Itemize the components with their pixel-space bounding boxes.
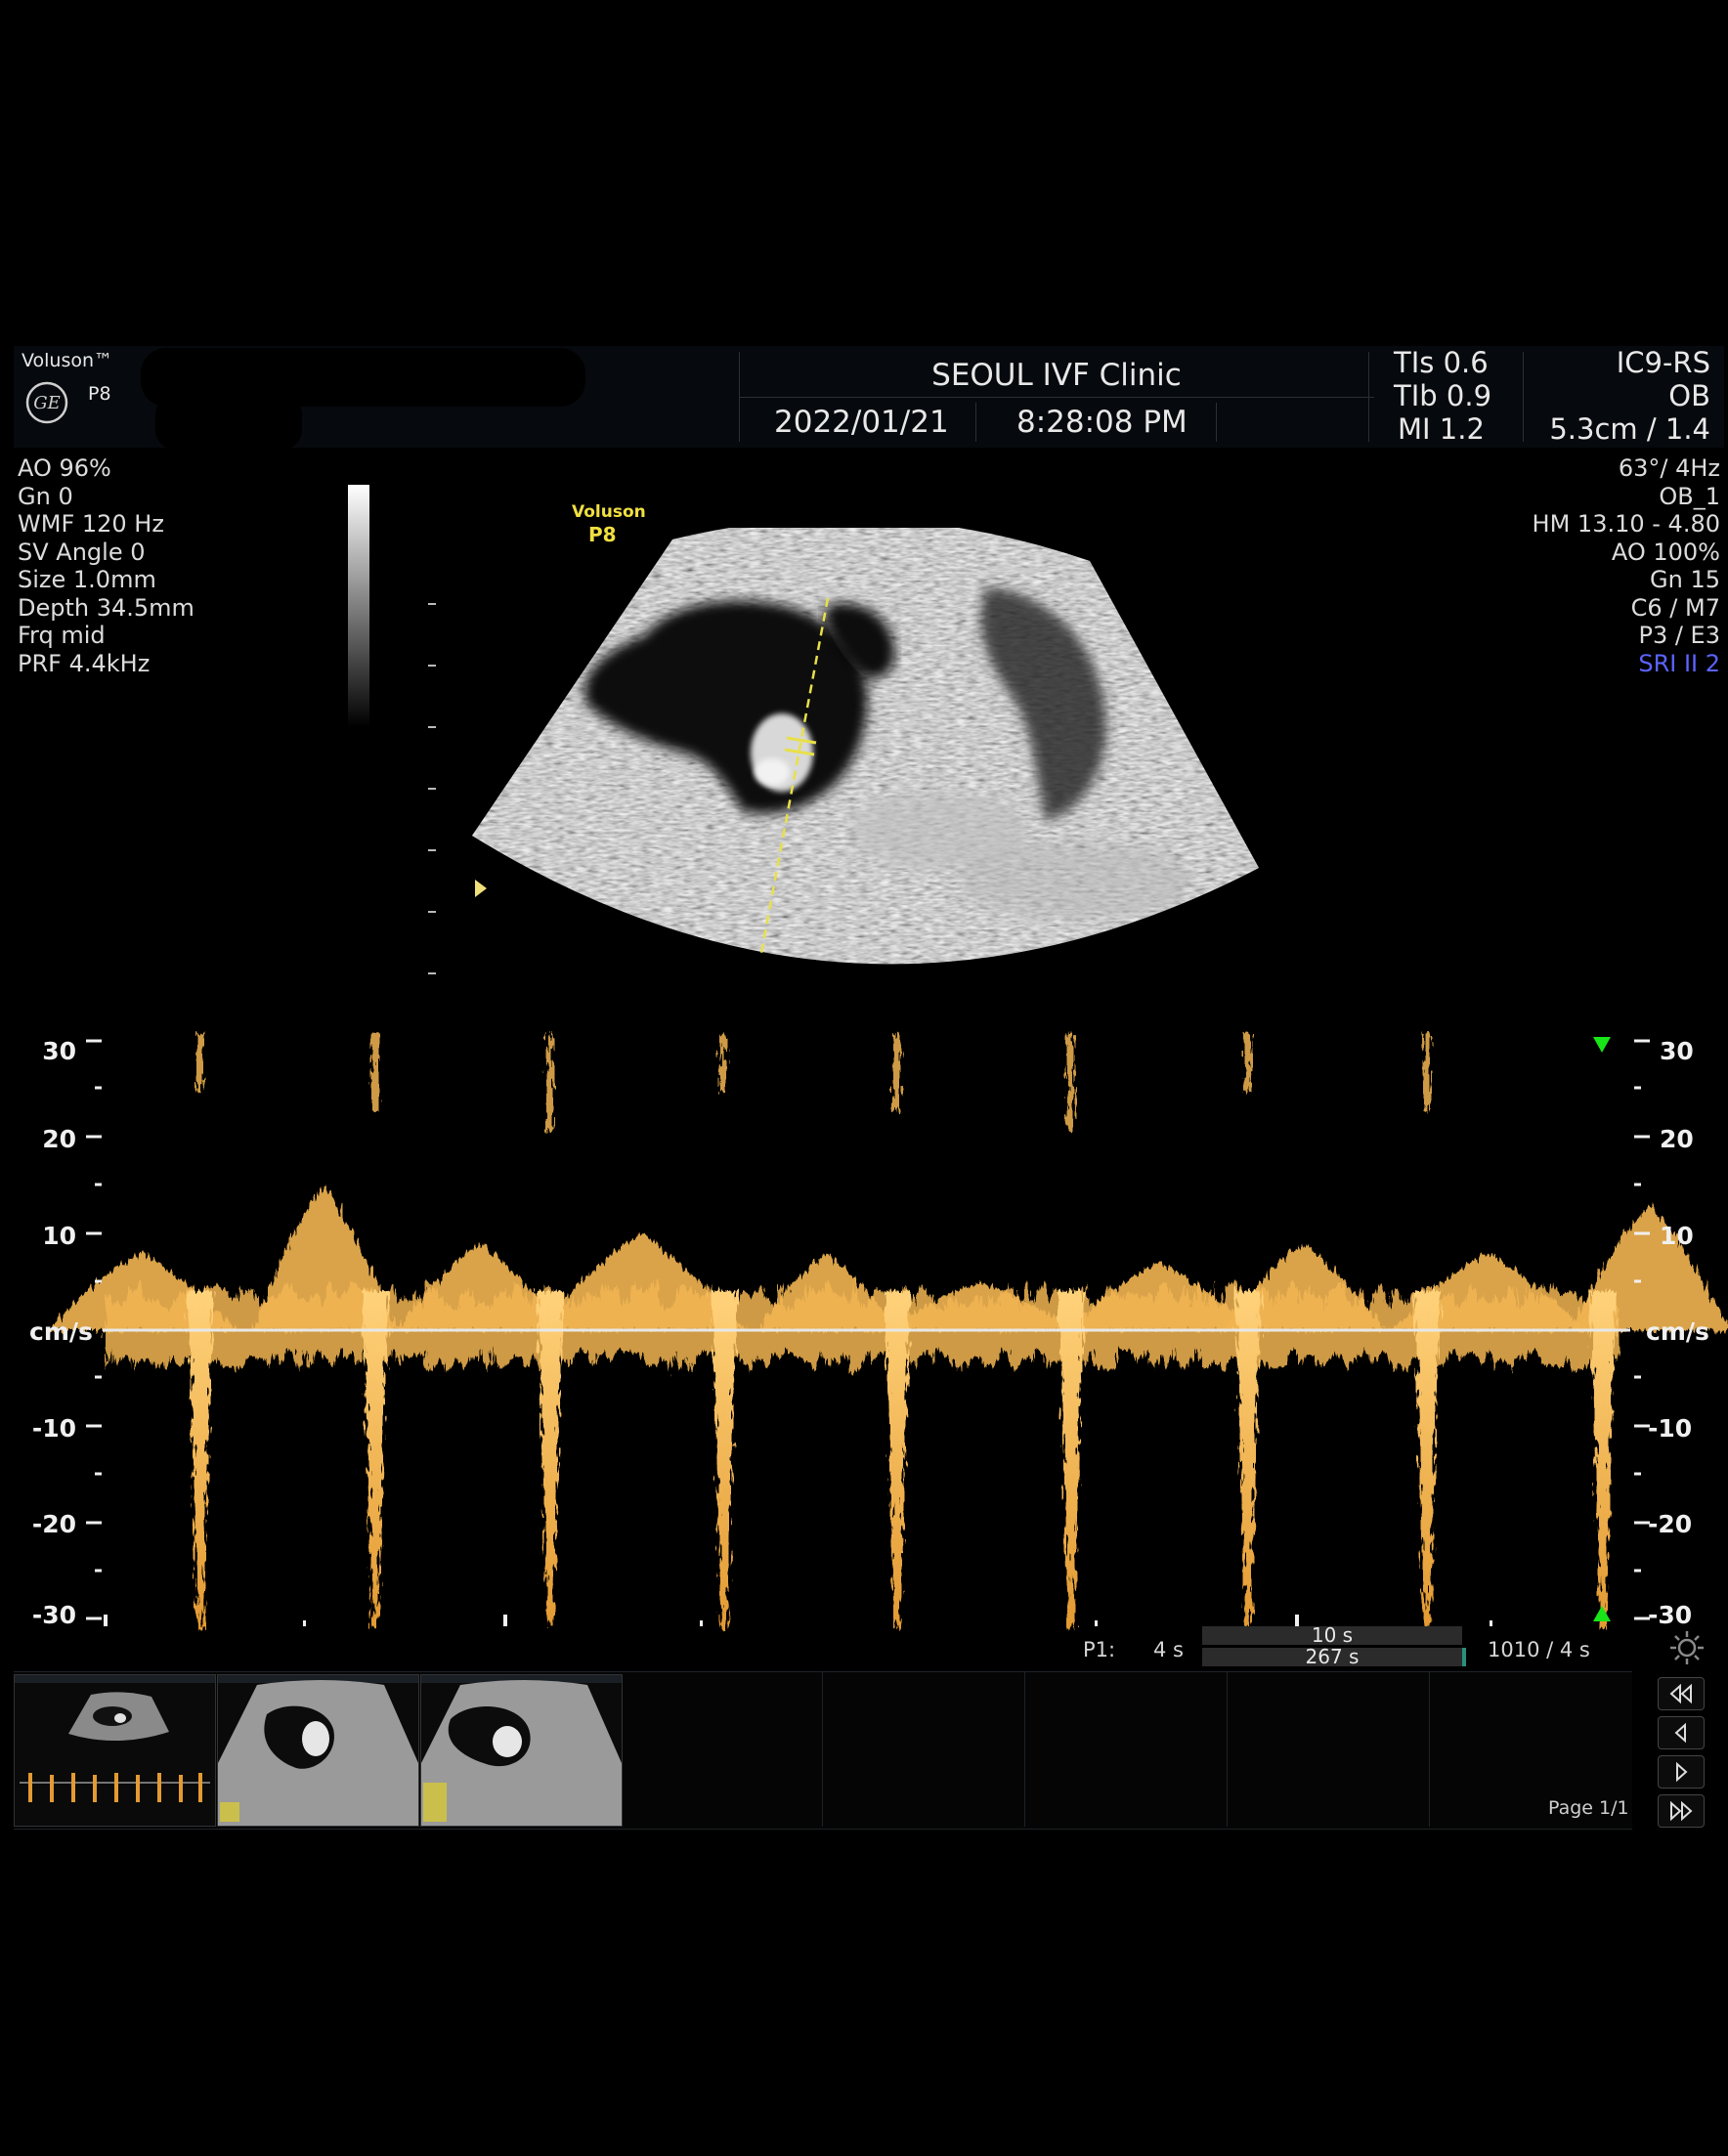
right-icon[interactable] bbox=[1658, 1755, 1705, 1789]
doppler-alias-streak bbox=[720, 1033, 727, 1092]
right-tick-20: 20 bbox=[1660, 1125, 1694, 1153]
right-params: 63°/ 4Hz OB_1 HM 13.10 - 4.80 AO 100% Gn… bbox=[1533, 454, 1720, 677]
doppler-alias-streak bbox=[1423, 1033, 1430, 1111]
thermal-index-bone: TIb 0.9 bbox=[1394, 379, 1492, 412]
depth-zoom: 5.3cm / 1.4 bbox=[1549, 412, 1710, 446]
param-ao: AO 96% bbox=[18, 454, 111, 482]
thumbnail-2[interactable] bbox=[217, 1674, 419, 1827]
ultrasound-sector-image bbox=[472, 528, 1259, 965]
exam-date: 2022/01/21 bbox=[774, 405, 949, 440]
doppler-alias-streak bbox=[196, 1033, 203, 1092]
left-tick-neg10: -10 bbox=[31, 1414, 76, 1443]
param-sv-angle: SV Angle 0 bbox=[18, 538, 146, 566]
left-params: AO 96% Gn 0 WMF 120 Hz SV Angle 0 Size 1… bbox=[18, 454, 194, 677]
doppler-peak bbox=[711, 1291, 738, 1629]
param-hm: HM 13.10 - 4.80 bbox=[1532, 510, 1720, 538]
left-icon[interactable] bbox=[1658, 1716, 1705, 1749]
right-tick-neg20: -20 bbox=[1648, 1510, 1693, 1538]
left-unit-label: cm/s bbox=[29, 1317, 93, 1346]
cine-slider-top-label: 10 s bbox=[1311, 1623, 1354, 1647]
left-tick-10: 10 bbox=[42, 1222, 76, 1250]
ge-logo-text: GE bbox=[33, 393, 61, 413]
right-tick-neg10: -10 bbox=[1648, 1414, 1693, 1443]
cine-slider-top[interactable]: 10 s bbox=[1202, 1623, 1462, 1647]
cine-label: P1: bbox=[1083, 1638, 1116, 1661]
model-name: P8 bbox=[88, 383, 111, 405]
mechanical-index: MI 1.2 bbox=[1398, 412, 1485, 446]
param-angle-rate: 63°/ 4Hz bbox=[1618, 454, 1720, 482]
right-unit-label: cm/s bbox=[1646, 1317, 1709, 1346]
param-size: Size 1.0mm bbox=[18, 566, 156, 593]
left-tick-20: 20 bbox=[42, 1125, 76, 1153]
cine-frames: 1010 / 4 s bbox=[1488, 1638, 1590, 1661]
probe-name: IC9-RS bbox=[1616, 346, 1710, 379]
param-frq: Frq mid bbox=[18, 622, 106, 649]
doppler-alias-streak bbox=[1244, 1033, 1251, 1092]
doppler-alias-streak bbox=[546, 1033, 553, 1131]
doppler-peak bbox=[187, 1291, 214, 1629]
param-prf: PRF 4.4kHz bbox=[18, 649, 151, 677]
top-marker-icon bbox=[1593, 1037, 1611, 1053]
header-bar: Voluson™ GE P8 SEOUL IVF Clinic 2022/01/… bbox=[14, 346, 1724, 450]
right-tick-10: 10 bbox=[1660, 1222, 1694, 1250]
param-wmf: WMF 120 Hz bbox=[18, 510, 164, 538]
image-label-brand: Voluson bbox=[572, 502, 646, 522]
brand-name: Voluson™ bbox=[22, 350, 113, 371]
clinic-name: SEOUL IVF Clinic bbox=[931, 358, 1182, 393]
right-tick-30: 30 bbox=[1660, 1037, 1694, 1065]
param-depth: Depth 34.5mm bbox=[18, 593, 194, 622]
param-ao-right: AO 100% bbox=[1611, 538, 1720, 566]
doppler-peak bbox=[1058, 1291, 1085, 1629]
param-gain: Gn 0 bbox=[18, 482, 73, 510]
cine-slider-bottom[interactable]: 267 s bbox=[1202, 1645, 1466, 1668]
cine-duration: 4 s bbox=[1153, 1638, 1184, 1661]
left-tick-30: 30 bbox=[42, 1037, 76, 1065]
param-sri: SRI II 2 bbox=[1638, 649, 1720, 677]
left-tick-neg20: -20 bbox=[31, 1510, 76, 1538]
thumbnail-strip: Page 1/1 bbox=[14, 1671, 1632, 1830]
page-indicator: Page 1/1 bbox=[1548, 1797, 1629, 1819]
doppler-spectrum bbox=[48, 1033, 1728, 1629]
doppler-alias-streak bbox=[1067, 1033, 1074, 1131]
redacted-patient-info-2 bbox=[155, 395, 302, 450]
exam-type: OB bbox=[1668, 379, 1710, 412]
left-tick-neg30: -30 bbox=[31, 1601, 76, 1629]
doppler-peak bbox=[537, 1291, 564, 1629]
doppler-peak bbox=[1234, 1291, 1262, 1629]
param-gain-right: Gn 15 bbox=[1650, 566, 1720, 593]
doppler-peak bbox=[884, 1291, 911, 1629]
param-c-m: C6 / M7 bbox=[1630, 593, 1720, 622]
cine-slider-bottom-label: 267 s bbox=[1305, 1645, 1360, 1668]
param-p-e: P3 / E3 bbox=[1638, 622, 1720, 649]
depth-scale bbox=[428, 603, 436, 974]
doppler-peak bbox=[362, 1291, 389, 1629]
grayscale-bar bbox=[348, 485, 369, 727]
doppler-alias-streak bbox=[371, 1033, 378, 1111]
time-axis-ticks bbox=[104, 1615, 1492, 1626]
ge-logo-icon: GE bbox=[25, 381, 68, 424]
right-tick-neg30: -30 bbox=[1648, 1601, 1693, 1629]
doppler-peak bbox=[1589, 1291, 1617, 1629]
thumbnail-3[interactable] bbox=[420, 1674, 623, 1827]
double-left-icon[interactable] bbox=[1658, 1677, 1705, 1710]
thermal-index-soft: TIs 0.6 bbox=[1394, 346, 1489, 379]
doppler-alias-streak bbox=[893, 1033, 900, 1111]
thumbnail-1[interactable] bbox=[14, 1674, 216, 1827]
bottom-marker-icon bbox=[1593, 1606, 1611, 1621]
doppler-peak bbox=[1413, 1291, 1441, 1629]
double-right-icon[interactable] bbox=[1658, 1794, 1705, 1828]
gear-icon[interactable] bbox=[1667, 1628, 1706, 1667]
exam-time: 8:28:08 PM bbox=[1016, 405, 1188, 440]
param-preset: OB_1 bbox=[1659, 482, 1720, 510]
